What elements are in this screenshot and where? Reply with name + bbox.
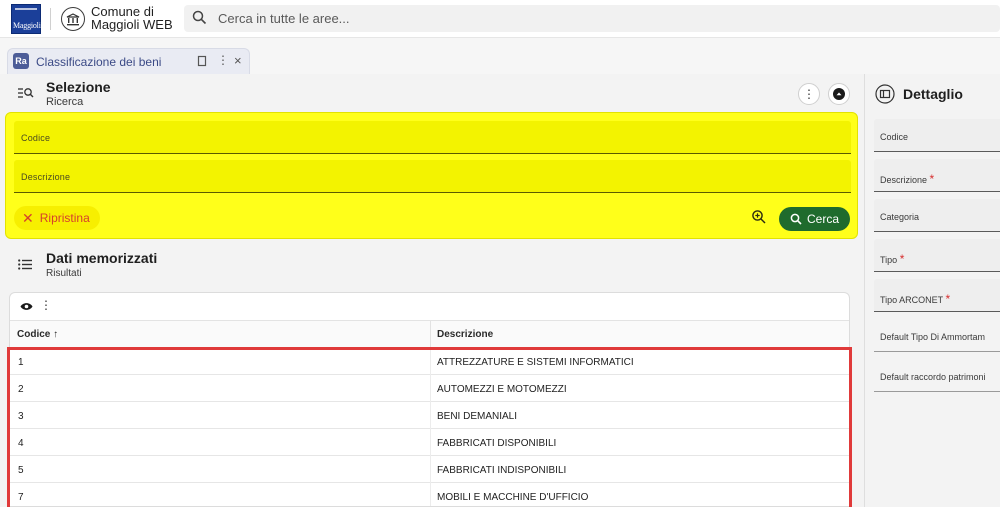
cell-descrizione: ATTREZZATURE E SISTEMI INFORMATICI — [437, 357, 634, 368]
tab-more-icon[interactable]: ⋮ — [217, 53, 229, 67]
collapse-button[interactable] — [828, 83, 850, 105]
required-marker: * — [929, 172, 935, 186]
zoom-in-icon[interactable] — [751, 209, 767, 225]
header-divider — [50, 8, 51, 30]
column-separator — [430, 456, 431, 483]
detail-descrizione-field[interactable]: Descrizione * — [874, 159, 1000, 192]
column-separator — [430, 348, 431, 375]
bookmark-icon[interactable] — [197, 55, 207, 67]
codice-label: Codice — [21, 133, 51, 143]
tab-classificazione-beni[interactable]: Ra Classificazione dei beni ⋮ × — [7, 48, 250, 74]
cell-descrizione: FABBRICATI INDISPONIBILI — [437, 465, 567, 476]
results-grid: ⋮ Codice ↑ Descrizione 1 ATTREZZATURE E … — [9, 292, 850, 507]
grid-more-icon[interactable]: ⋮ — [40, 298, 52, 312]
tab-title: Classificazione dei beni — [36, 55, 162, 69]
table-row[interactable]: 4 FABBRICATI DISPONIBILI — [10, 429, 849, 456]
table-row[interactable]: 7 MOBILI E MACCHINE D'UFFICIO — [10, 483, 849, 506]
selezione-title: Selezione — [46, 79, 111, 95]
logo-stripe — [15, 8, 37, 10]
required-marker: * — [945, 292, 951, 306]
table-row[interactable]: 2 AUTOMEZZI E MOTOMEZZI — [10, 375, 849, 402]
dati-subtitle: Risultati — [46, 268, 82, 279]
app-name: Comune di Maggioli WEB — [91, 5, 173, 31]
cell-descrizione: FABBRICATI DISPONIBILI — [437, 438, 557, 449]
selezione-subtitle: Ricerca — [46, 96, 84, 108]
descrizione-field[interactable]: Descrizione — [14, 160, 851, 193]
cell-codice: 5 — [18, 465, 24, 476]
cell-descrizione: AUTOMEZZI E MOTOMEZZI — [437, 384, 567, 395]
detail-codice-field[interactable]: Codice — [874, 119, 1000, 152]
descrizione-label: Descrizione — [21, 172, 71, 182]
detail-raccordo-label: Default raccordo patrimoni — [880, 372, 986, 382]
table-row[interactable]: 1 ATTREZZATURE E SISTEMI INFORMATICI — [10, 348, 849, 375]
grid-rows: 1 ATTREZZATURE E SISTEMI INFORMATICI 2 A… — [10, 348, 849, 506]
detail-tipo-field[interactable]: Tipo * — [874, 239, 1000, 272]
cell-descrizione: BENI DEMANIALI — [437, 411, 518, 422]
search-icon — [790, 213, 802, 225]
cell-descrizione: MOBILI E MACCHINE D'UFFICIO — [437, 492, 589, 503]
top-bar: Maggioli Comune di Maggioli WEB Cerca in… — [0, 0, 1000, 38]
logo-text: Maggioli — [13, 21, 41, 30]
detail-codice-label: Codice — [880, 132, 909, 142]
column-separator — [430, 321, 431, 348]
selezione-header: Selezione Ricerca — [18, 79, 858, 109]
column-header-codice[interactable]: Codice ↑ — [17, 329, 58, 340]
dati-header: Dati memorizzati Risultati — [18, 250, 858, 282]
side-panel-icon[interactable] — [875, 84, 895, 104]
table-row[interactable]: 3 BENI DEMANIALI — [10, 402, 849, 429]
cerca-button[interactable]: Cerca — [779, 207, 850, 231]
ripristina-button[interactable]: ✕ Ripristina — [14, 206, 100, 230]
required-marker: * — [899, 252, 905, 266]
list-icon — [18, 259, 32, 270]
cell-codice: 4 — [18, 438, 24, 449]
cell-codice: 3 — [18, 411, 24, 422]
cell-codice: 7 — [18, 492, 24, 503]
detail-descrizione-label: Descrizione * — [880, 172, 935, 186]
column-separator — [430, 375, 431, 402]
selezione-more-button[interactable]: ⋮ — [798, 83, 820, 105]
close-icon: ✕ — [22, 209, 34, 226]
detail-tipo-label: Tipo * — [880, 252, 905, 266]
maggioli-logo[interactable]: Maggioli — [11, 4, 41, 34]
detail-tipo-ammortamento-field[interactable]: Default Tipo Di Ammortam — [874, 319, 1000, 352]
column-separator — [430, 483, 431, 506]
tab-app-badge: Ra — [13, 53, 29, 69]
panel-divider — [864, 74, 865, 507]
dettaglio-title: Dettaglio — [903, 86, 963, 102]
detail-tipo-arconet-label: Tipo ARCONET * — [880, 292, 951, 306]
dati-title: Dati memorizzati — [46, 250, 158, 266]
filter-search-icon — [18, 88, 34, 98]
codice-field[interactable]: Codice — [14, 121, 851, 154]
detail-categoria-field[interactable]: Categoria — [874, 199, 1000, 232]
grid-header: Codice ↑ Descrizione — [10, 321, 849, 348]
search-icon — [192, 10, 207, 25]
detail-tipo-arconet-field[interactable]: Tipo ARCONET * — [874, 279, 1000, 312]
tab-close-icon[interactable]: × — [234, 53, 242, 68]
collapse-up-icon — [833, 88, 845, 100]
selezione-form: Codice Descrizione ✕ Ripristina Cerca — [5, 112, 858, 239]
cell-codice: 1 — [18, 357, 24, 368]
detail-categoria-label: Categoria — [880, 212, 920, 222]
column-separator — [430, 402, 431, 429]
column-separator — [430, 429, 431, 456]
tab-strip: Ra Classificazione dei beni ⋮ × — [0, 38, 1000, 74]
ripristina-label: Ripristina — [39, 211, 90, 225]
detail-raccordo-field[interactable]: Default raccordo patrimoni — [874, 359, 1000, 392]
table-row[interactable]: 5 FABBRICATI INDISPONIBILI — [10, 456, 849, 483]
column-header-descrizione[interactable]: Descrizione — [437, 329, 493, 340]
grid-toolbar: ⋮ — [10, 293, 849, 321]
eye-icon[interactable] — [20, 302, 33, 311]
cell-codice: 2 — [18, 384, 24, 395]
global-search-input[interactable]: Cerca in tutte le aree... — [184, 5, 1000, 32]
app-name-line2: Maggioli WEB — [91, 17, 173, 32]
cerca-label: Cerca — [806, 212, 839, 226]
search-placeholder: Cerca in tutte le aree... — [218, 11, 350, 26]
detail-tipo-ammortamento-label: Default Tipo Di Ammortam — [880, 332, 986, 342]
town-hall-icon[interactable] — [61, 7, 85, 31]
